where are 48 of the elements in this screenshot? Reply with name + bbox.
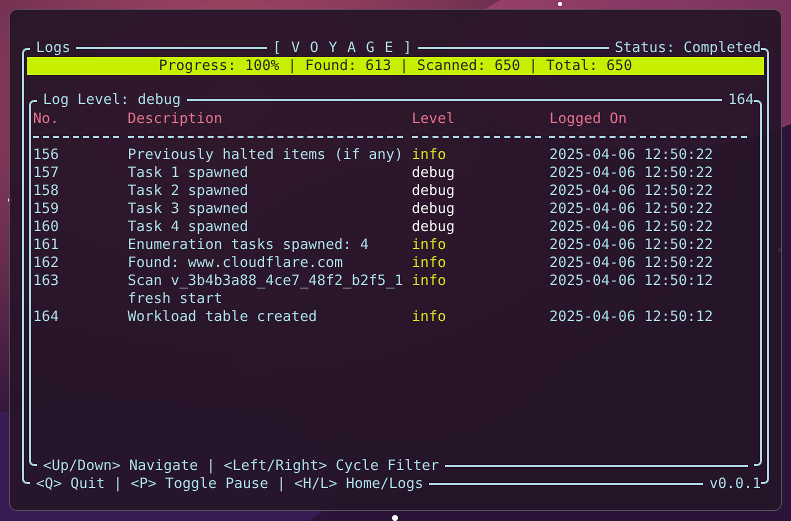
column-header: Logged On <box>549 110 628 128</box>
table-cell-text: debug <box>412 182 456 200</box>
table-cell-text: 2025-04-06 12:50:12 <box>549 272 714 291</box>
version-text: v0.0.1 <box>709 475 761 493</box>
app-title: [ V O Y A G E ] <box>272 39 412 57</box>
table-cell-text: 2025-04-06 12:50:22 <box>549 182 714 200</box>
table-cell-text: Previously halted items (if any) <box>128 146 404 164</box>
table-cell-text: Workload table created <box>128 308 318 326</box>
table-cell-text: 2025-04-06 12:50:22 <box>549 200 714 218</box>
table-cell-text: Scan v_3b4b3a88_4ce7_48f2_b2f5_1 fresh start <box>128 272 404 308</box>
table-cell-text: debug <box>412 200 456 218</box>
table-cell-text: 162 <box>33 254 60 272</box>
table-cell-text: 161 <box>33 236 60 254</box>
status-text: Status: Completed <box>614 39 762 57</box>
column-header: Description <box>128 110 224 128</box>
filter-title: Log Level: debug <box>43 91 181 109</box>
table-cell-text: 2025-04-06 12:50:22 <box>549 254 714 272</box>
table-cell-text: 2025-04-06 12:50:22 <box>549 164 714 182</box>
table-cell-text: Found: www.cloudflare.com <box>128 254 344 272</box>
panel-title: Logs <box>36 39 70 57</box>
table-cell-text: 2025-04-06 12:50:22 <box>549 236 714 254</box>
table-cell-text: 160 <box>33 218 60 236</box>
table-cell-text: 158 <box>33 182 60 200</box>
table-cell-text: info <box>412 254 448 272</box>
table-cell-text: info <box>412 146 448 164</box>
table-cell-text: 163 <box>33 272 60 291</box>
table-cell-text: info <box>412 236 448 254</box>
table-cell-text: debug <box>412 218 456 236</box>
column-header: No. <box>33 110 60 128</box>
table-cell-text: Task 4 spawned <box>128 218 250 236</box>
table-cell-text: info <box>412 272 448 291</box>
table-cell-text: Task 1 spawned <box>128 164 250 182</box>
table-cell-text: 2025-04-06 12:50:22 <box>549 146 714 164</box>
table-cell-text: debug <box>412 164 456 182</box>
table-cell-text: 2025-04-06 12:50:22 <box>549 218 714 236</box>
table-cell-text: Enumeration tasks spawned: 4 <box>128 236 370 254</box>
key-hint: <Q> Quit | <P> Toggle Pause | <H/L> Home/Logs <box>36 475 424 493</box>
table-cell-text: Task 3 spawned <box>128 200 250 218</box>
table-cell-text: 164 <box>33 308 60 326</box>
table-cell-text: Task 2 spawned <box>128 182 250 200</box>
table-cell-text: 2025-04-06 12:50:12 <box>549 308 714 326</box>
table-cell-text: 157 <box>33 164 60 182</box>
table-cell-text: 159 <box>33 200 60 218</box>
log-count: 164 <box>728 91 754 109</box>
table-cell-text: info <box>412 308 448 326</box>
table-cell-text: 156 <box>33 146 60 164</box>
column-header: Level <box>412 110 456 128</box>
key-hint: <Up/Down> Navigate | <Left/Right> Cycle Filter <box>43 457 439 475</box>
